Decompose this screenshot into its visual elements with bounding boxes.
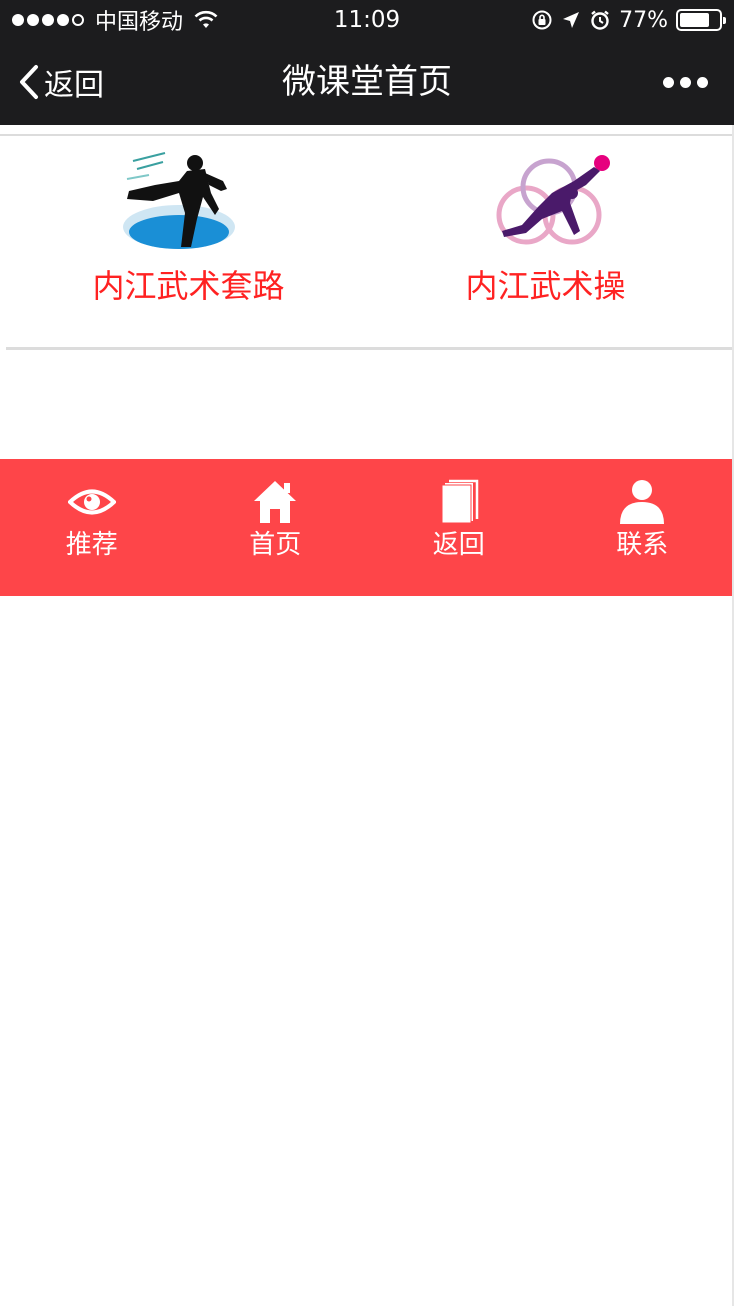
page-title: 微课堂首页 [282, 62, 452, 102]
battery-percentage: 77% [619, 7, 668, 33]
battery-icon [676, 9, 726, 31]
status-bar-left: 中国移动 [12, 6, 219, 35]
tab-home[interactable]: 首页 [184, 459, 368, 596]
category-grid: 内江武术套路 内江武术操 [0, 137, 734, 347]
book-icon [434, 477, 484, 527]
signal-strength-icon [12, 14, 87, 26]
martial-arts-kick-image [122, 152, 235, 249]
navigation-bar: 返回 微课堂首页 [0, 40, 734, 125]
eye-icon [67, 477, 117, 527]
alarm-icon [591, 10, 609, 30]
more-dots-icon[interactable] [657, 70, 708, 94]
tab-label: 返回 [432, 530, 485, 560]
back-button-label: 返回 [44, 68, 104, 103]
category-label: 内江武术套路 [92, 267, 285, 305]
tab-bar: 推荐 首页 返回 联系 [0, 459, 734, 596]
divider [6, 347, 734, 350]
tab-contact[interactable]: 联系 [551, 459, 734, 596]
gymnastics-ribbon-image [496, 155, 610, 245]
rotation-lock-icon [532, 10, 552, 30]
tab-back[interactable]: 返回 [367, 459, 551, 596]
tab-label: 联系 [616, 530, 669, 560]
status-bar-right: 77% [523, 6, 726, 34]
tab-recommend[interactable]: 推荐 [0, 459, 184, 596]
category-martial-arts-routine[interactable]: 内江武术套路 [0, 137, 367, 347]
category-martial-arts-exercise[interactable]: 内江武术操 [367, 137, 734, 347]
divider [0, 134, 734, 136]
carrier-name: 中国移动 [95, 10, 184, 35]
wifi-icon [194, 10, 218, 28]
home-icon [250, 477, 300, 527]
tab-label: 推荐 [65, 530, 118, 560]
tab-label: 首页 [249, 530, 302, 560]
chevron-left-icon [20, 65, 38, 99]
person-icon [617, 477, 667, 527]
back-button[interactable]: 返回 [18, 62, 104, 103]
location-arrow-icon [563, 12, 580, 28]
status-bar: 中国移动 11:09 77% [0, 0, 734, 40]
category-label: 内江武术操 [465, 267, 626, 305]
